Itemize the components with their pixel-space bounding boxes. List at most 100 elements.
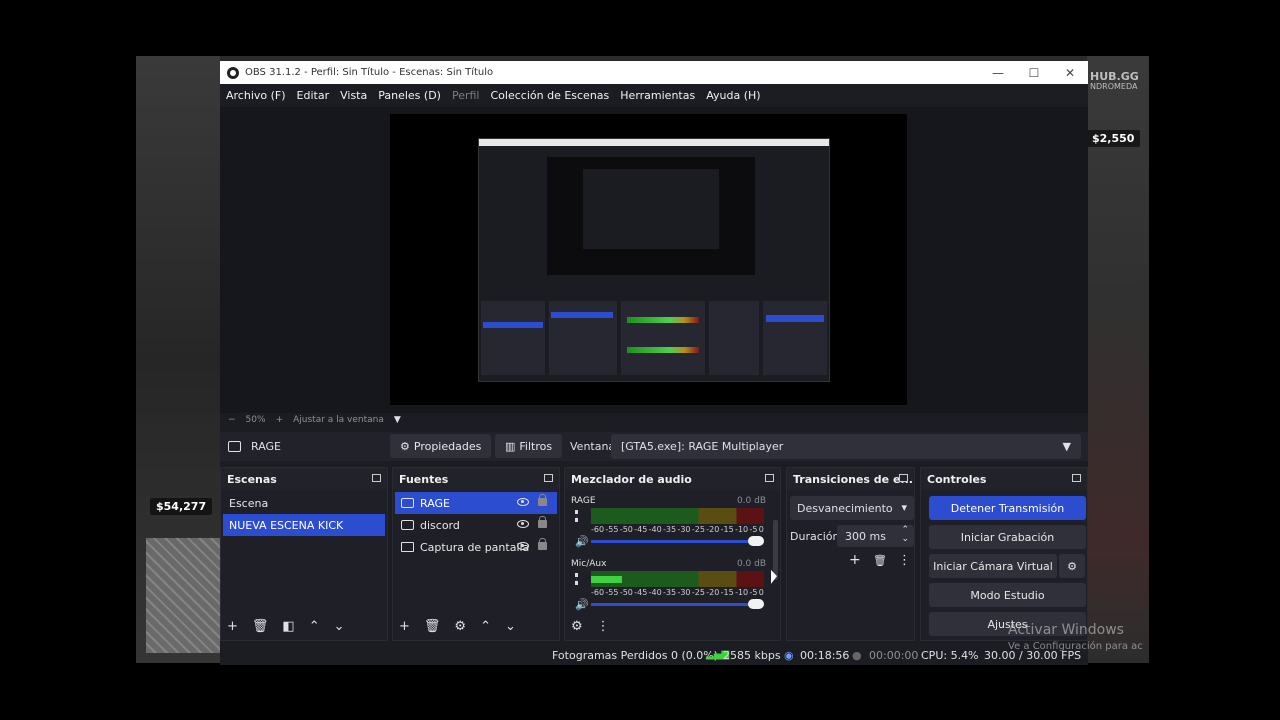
spin-down-icon[interactable]: ⌄: [901, 534, 909, 544]
channel-menu-icon[interactable]: [575, 510, 578, 522]
close-button[interactable]: ✕: [1052, 61, 1088, 84]
transition-menu-icon[interactable]: ⋮: [898, 553, 911, 568]
undock-icon[interactable]: [372, 474, 381, 482]
remove-source-icon[interactable]: 🗑: [424, 619, 441, 634]
controls-dock: Controles Detener Transmisión Iniciar Gr…: [920, 467, 1088, 641]
move-up-icon[interactable]: ⌃: [480, 619, 491, 634]
duration-spinbox[interactable]: 300 ms ⌃ ⌄: [837, 525, 914, 547]
meter-scale: -60 -55 -50 -45 -40 -35 -30 -25 -20 -15 -10 -5 0: [591, 525, 764, 534]
undock-icon[interactable]: [544, 474, 553, 482]
controls-title: Controles: [927, 472, 987, 486]
virtual-camera-settings-button[interactable]: ⚙: [1059, 554, 1085, 578]
channel-menu-icon[interactable]: [575, 573, 578, 585]
window-select[interactable]: [GTA5.exe]: RAGE Multiplayer ▼: [611, 434, 1081, 459]
minimize-button[interactable]: —: [980, 61, 1016, 84]
channel-name: Mic/Aux: [571, 559, 607, 569]
move-down-icon[interactable]: ⌄: [505, 619, 516, 634]
obs-window: OBS 31.1.2 - Perfil: Sin Título - Escena…: [220, 61, 1088, 665]
source-label: RAGE: [420, 496, 451, 510]
undock-icon[interactable]: [765, 474, 774, 482]
controls-header: Controles: [921, 468, 1087, 490]
filters-button[interactable]: ▥ Filtros: [495, 434, 563, 458]
game-money-right: $2,550: [1086, 130, 1141, 147]
move-down-icon[interactable]: ⌄: [334, 619, 345, 634]
properties-button[interactable]: ⚙ Propiedades: [390, 434, 492, 458]
fit-window-button[interactable]: Ajustar a la ventana: [293, 415, 384, 425]
menu-archivo[interactable]: Archivo (F): [226, 89, 286, 102]
source-item-rage[interactable]: RAGE: [395, 492, 557, 514]
lock-icon[interactable]: [538, 516, 547, 528]
menu-perfil[interactable]: Perfil: [452, 89, 480, 102]
remove-scene-icon[interactable]: 🗑: [252, 619, 269, 634]
activation-watermark-sub: Ve a Configuración para ac: [1008, 641, 1143, 652]
lock-icon[interactable]: [538, 494, 547, 506]
start-recording-button[interactable]: Iniciar Grabación: [929, 525, 1086, 549]
zoom-out-button[interactable]: −: [228, 415, 236, 425]
menu-vista[interactable]: Vista: [340, 89, 367, 102]
sources-header: Fuentes: [393, 468, 559, 490]
scenes-dock: Escenas Escena NUEVA ESCENA KICK + 🗑 ◧ ⌃…: [220, 467, 388, 641]
meter-tick-label: -15: [720, 588, 734, 597]
remove-transition-icon[interactable]: 🗑: [873, 554, 887, 567]
duration-label: Duración: [790, 530, 840, 543]
speaker-icon[interactable]: 🔊: [575, 598, 589, 611]
transition-select[interactable]: Desvanecimiento ▾: [790, 496, 914, 520]
source-item-discord[interactable]: discord: [395, 514, 557, 536]
eye-icon[interactable]: [517, 520, 529, 528]
speaker-icon[interactable]: 🔊: [575, 535, 589, 548]
nested-meter-2: [627, 347, 699, 353]
meter-tick-label: -35: [663, 588, 677, 597]
menu-herramientas[interactable]: Herramientas: [620, 89, 695, 102]
scene-filters-icon[interactable]: ◧: [282, 619, 294, 634]
zoom-dropdown-icon[interactable]: ▼: [394, 415, 401, 425]
source-item-screen-capture[interactable]: Captura de pantalla: [395, 536, 557, 558]
meter-tick-label: -45: [634, 588, 648, 597]
bitrate: 2585 kbps: [723, 649, 781, 662]
window-select-value: [GTA5.exe]: RAGE Multiplayer: [621, 440, 784, 453]
stop-streaming-button[interactable]: Detener Transmisión: [929, 496, 1086, 520]
undock-icon[interactable]: [899, 474, 908, 482]
meter-tick-label: -20: [706, 588, 720, 597]
window-capture-icon: [401, 520, 414, 530]
meter-tick-label: -25: [691, 588, 705, 597]
source-label: Captura de pantalla: [420, 540, 530, 554]
lock-icon[interactable]: [538, 538, 547, 550]
volume-slider-handle[interactable]: [748, 599, 764, 609]
start-virtual-camera-button[interactable]: Iniciar Cámara Virtual: [929, 554, 1057, 578]
volume-slider[interactable]: [591, 536, 764, 546]
maximize-button[interactable]: ☐: [1016, 61, 1052, 84]
nested-mixer: [621, 301, 705, 375]
sources-title: Fuentes: [399, 472, 449, 486]
undock-icon[interactable]: [1072, 474, 1081, 482]
scene-item[interactable]: Escena: [223, 492, 385, 514]
activation-watermark-title: Activar Windows: [1008, 622, 1124, 638]
mixer-channel-mic: Mic/Aux 0.0 dB -60 -55 -50 -45 -40 -35 -30 -25-…: [571, 559, 766, 619]
nested-preview-inner: [583, 169, 719, 249]
mixer-menu-icon[interactable]: ⋮: [597, 619, 610, 634]
zoom-in-button[interactable]: +: [276, 415, 284, 425]
menu-coleccion-escenas[interactable]: Colección de Escenas: [491, 89, 610, 102]
nested-transitions: [709, 301, 759, 375]
volume-slider-handle[interactable]: [748, 536, 764, 546]
add-scene-icon[interactable]: +: [227, 619, 238, 634]
source-properties-icon[interactable]: ⚙: [454, 619, 466, 634]
advanced-audio-icon[interactable]: ⚙: [571, 619, 583, 634]
meter-scale: -60 -55 -50 -45 -40 -35 -30 -25 -20 -15 -10 -5 0: [591, 588, 764, 597]
eye-icon[interactable]: [517, 498, 529, 506]
menu-ayuda[interactable]: Ayuda (H): [706, 89, 760, 102]
volume-slider[interactable]: [591, 599, 764, 609]
add-transition-icon[interactable]: +: [849, 552, 861, 568]
move-up-icon[interactable]: ⌃: [309, 619, 320, 634]
meter-tick-label: 0: [758, 525, 764, 534]
add-source-icon[interactable]: +: [399, 619, 410, 634]
filters-label: Filtros: [519, 439, 553, 453]
scene-item-selected[interactable]: NUEVA ESCENA KICK: [223, 514, 385, 536]
nested-stop-button: [766, 315, 824, 322]
eye-icon[interactable]: [517, 542, 529, 550]
menu-paneles[interactable]: Paneles (D): [378, 89, 441, 102]
preview-canvas[interactable]: [390, 114, 907, 405]
meter-tick-label: -45: [634, 525, 648, 534]
meter-tick-label: -20: [706, 525, 720, 534]
studio-mode-button[interactable]: Modo Estudio: [929, 583, 1086, 607]
menu-editar[interactable]: Editar: [297, 89, 330, 102]
